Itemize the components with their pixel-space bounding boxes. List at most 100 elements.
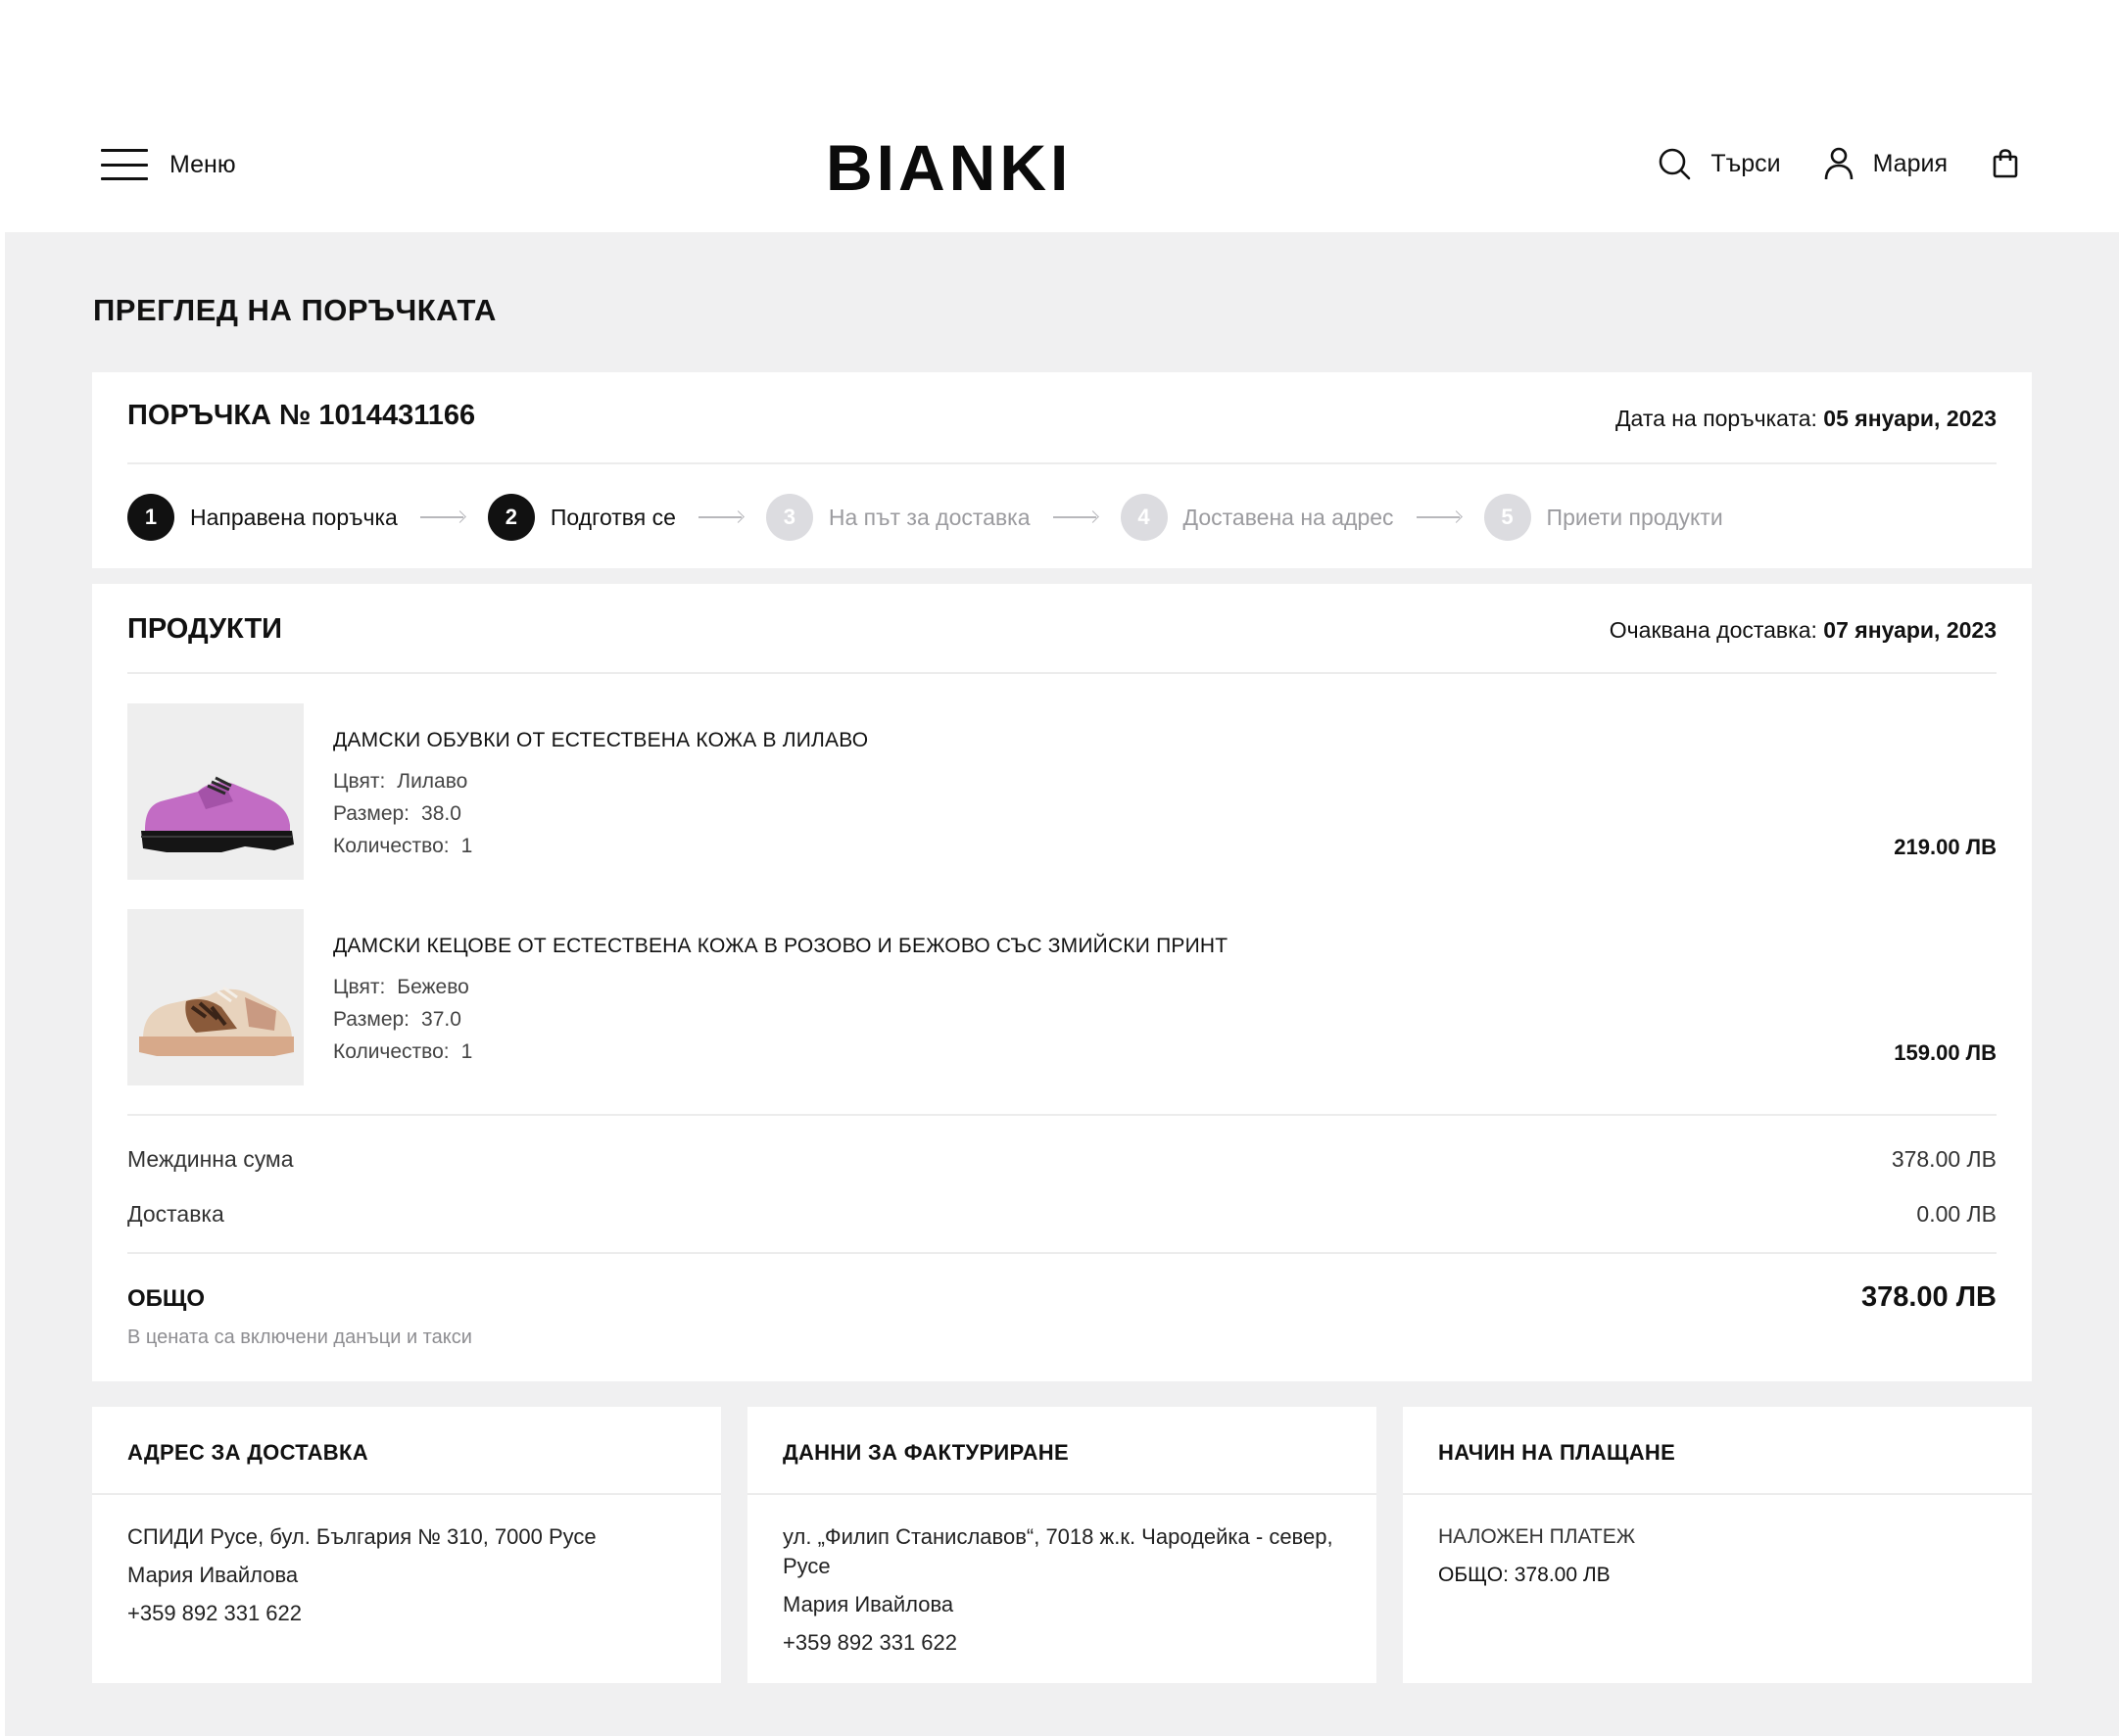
product-color: Цвят: Лилаво (333, 770, 467, 794)
payment-body: НАЛОЖЕН ПЛАТЕЖ ОБЩО: 378.00 ЛВ (1438, 1522, 2006, 1599)
header-actions: Търси Мария (1658, 147, 2018, 180)
order-date-value: 05 януари, 2023 (1823, 406, 1997, 431)
purple-shoe-image (127, 703, 304, 880)
attr-label: Размер: (333, 1008, 410, 1031)
attr-label: Цвят: (333, 770, 386, 793)
step-received: 5 Приети продукти (1483, 494, 1723, 541)
product-quantity: Количество: 1 (333, 835, 472, 858)
arrow-right-icon (698, 511, 744, 523)
attr-label: Количество: (333, 835, 450, 857)
shopping-bag-icon (1993, 149, 2018, 178)
subtotal-value: 378.00 ЛВ (1891, 1146, 1997, 1172)
cart-button[interactable] (1993, 149, 2018, 178)
attr-label: Цвят: (333, 976, 386, 998)
arrow-right-icon (419, 511, 465, 523)
step-placed: 1 Направена поръчка (127, 494, 398, 541)
subtotal-row: Междинна сума 378.00 ЛВ (127, 1146, 1997, 1173)
expected-delivery-label: Очаквана доставка: (1609, 617, 1817, 643)
subtotal-label: Междинна сума (127, 1146, 294, 1172)
product-image[interactable] (127, 703, 304, 880)
delivery-address-body: СПИДИ Русе, бул. България № 310, 7000 Ру… (127, 1522, 696, 1637)
step-number: 5 (1483, 494, 1531, 541)
attr-value: Лилаво (397, 770, 468, 793)
divider (127, 672, 1997, 674)
account-button[interactable]: Мария (1824, 147, 1948, 180)
step-label: Доставена на адрес (1182, 504, 1394, 530)
step-preparing: 2 Подготвя се (487, 494, 676, 541)
divider (127, 462, 1997, 464)
product-image[interactable] (127, 909, 304, 1085)
order-date: Дата на поръчката: 05 януари, 2023 (1615, 406, 1997, 432)
payment-method: НАЛОЖЕН ПЛАТЕЖ (1438, 1525, 1636, 1548)
attr-label: Количество: (333, 1040, 450, 1063)
total-row: ОБЩО 378.00 ЛВ (127, 1281, 1997, 1314)
divider (747, 1493, 1376, 1495)
hamburger-icon (101, 149, 148, 180)
product-price: 159.00 ЛВ (1894, 1040, 1997, 1065)
expected-delivery: Очаквана доставка: 07 януари, 2023 (1610, 617, 1997, 644)
user-icon (1824, 147, 1853, 180)
divider (92, 1493, 721, 1495)
step-number: 3 (765, 494, 813, 541)
shipping-row: Доставка 0.00 ЛВ (127, 1201, 1997, 1228)
step-label: Подготвя се (550, 504, 676, 530)
divider (127, 1114, 1997, 1116)
payment-total: ОБЩО: 378.00 ЛВ (1438, 1564, 1611, 1586)
account-label: Мария (1872, 149, 1948, 177)
order-progress: 1 Направена поръчка 2 Подготвя се 3 На п… (127, 494, 1723, 541)
search-icon (1660, 148, 1691, 180)
order-status-card: ПОРЪЧКА № 1014431166 Дата на поръчката: … (92, 372, 2032, 568)
divider (1403, 1493, 2032, 1495)
beige-sneaker-image (127, 909, 304, 1085)
recipient-phone: +359 892 331 622 (127, 1601, 303, 1625)
billing-body: ул. „Филип Станиславов“, 7018 ж.к. Чарод… (783, 1522, 1351, 1666)
menu-button[interactable]: Меню (101, 149, 236, 180)
attr-value: 1 (460, 835, 473, 857)
step-number: 1 (127, 494, 174, 541)
order-number: ПОРЪЧКА № 1014431166 (127, 400, 476, 431)
attr-value: 1 (460, 1040, 473, 1063)
delivery-address-heading: АДРЕС ЗА ДОСТАВКА (127, 1440, 368, 1465)
attr-value: 38.0 (421, 802, 461, 825)
step-label: На път за доставка (828, 504, 1031, 530)
order-date-label: Дата на поръчката: (1614, 406, 1817, 431)
products-card: ПРОДУКТИ Очаквана доставка: 07 януари, 2… (92, 584, 2032, 1381)
page-title: ПРЕГЛЕД НА ПОРЪЧКАТА (93, 293, 497, 327)
address-line: СПИДИ Русе, бул. България № 310, 7000 Ру… (127, 1524, 597, 1549)
product-size: Размер: 38.0 (333, 802, 461, 826)
product-item: ДАМСКИ ОБУВКИ ОТ ЕСТЕСТВЕНА КОЖА В ЛИЛАВ… (127, 703, 1997, 880)
step-number: 4 (1120, 494, 1168, 541)
total-value: 378.00 ЛВ (1860, 1281, 1997, 1313)
step-delivered: 4 Доставена на адрес (1120, 494, 1394, 541)
payment-heading: НАЧИН НА ПЛАЩАНЕ (1438, 1440, 1676, 1465)
product-color: Цвят: Бежево (333, 976, 469, 999)
attr-label: Размер: (333, 802, 410, 825)
billing-address: ул. „Филип Станиславов“, 7018 ж.к. Чарод… (783, 1524, 1333, 1578)
total-label: ОБЩО (127, 1285, 206, 1312)
search-label: Търси (1710, 149, 1781, 177)
logo[interactable]: BIANKI (826, 135, 1072, 200)
product-name[interactable]: ДАМСКИ ОБУВКИ ОТ ЕСТЕСТВЕНА КОЖА В ЛИЛАВ… (333, 729, 868, 752)
expected-delivery-value: 07 януари, 2023 (1823, 617, 1997, 643)
billing-phone: +359 892 331 622 (783, 1630, 958, 1655)
arrow-right-icon (1416, 511, 1462, 523)
product-price: 219.00 ЛВ (1894, 835, 1997, 859)
arrow-right-icon (1052, 511, 1098, 523)
product-size: Размер: 37.0 (333, 1008, 461, 1032)
billing-name: Мария Ивайлова (783, 1592, 954, 1616)
payment-card: НАЧИН НА ПЛАЩАНЕ НАЛОЖЕН ПЛАТЕЖ ОБЩО: 37… (1403, 1407, 2032, 1683)
site-header: Меню BIANKI Търси Мария (0, 0, 2119, 232)
products-heading: ПРОДУКТИ (127, 613, 283, 645)
billing-heading: ДАННИ ЗА ФАКТУРИРАНЕ (783, 1440, 1069, 1465)
step-number: 2 (487, 494, 535, 541)
search-button[interactable]: Търси (1658, 147, 1781, 180)
step-label: Приети продукти (1546, 504, 1723, 530)
step-in-transit: 3 На път за доставка (765, 494, 1031, 541)
product-name[interactable]: ДАМСКИ КЕЦОВЕ ОТ ЕСТЕСТВЕНА КОЖА В РОЗОВ… (333, 935, 1228, 958)
billing-card: ДАННИ ЗА ФАКТУРИРАНЕ ул. „Филип Станисла… (747, 1407, 1376, 1683)
attr-value: 37.0 (421, 1008, 461, 1031)
recipient-name: Мария Ивайлова (127, 1563, 299, 1587)
shipping-value: 0.00 ЛВ (1916, 1201, 1997, 1227)
tax-note: В цената са включени данъци и такси (127, 1326, 472, 1348)
delivery-address-card: АДРЕС ЗА ДОСТАВКА СПИДИ Русе, бул. Бълга… (92, 1407, 721, 1683)
